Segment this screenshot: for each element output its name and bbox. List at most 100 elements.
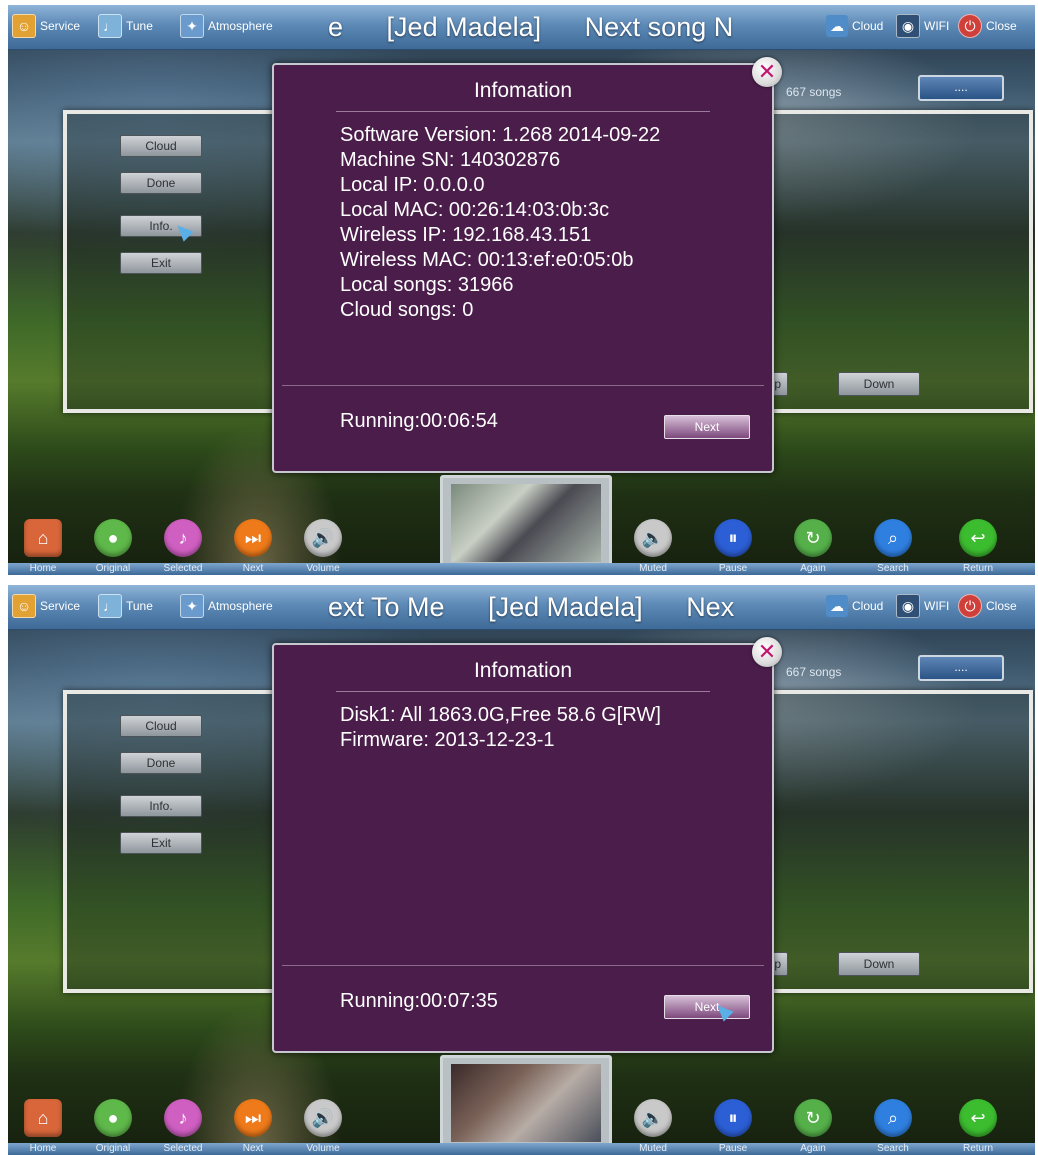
return-icon: ↩ xyxy=(959,519,997,557)
original-icon: ● xyxy=(94,1099,132,1137)
muted-icon: 🔈 xyxy=(634,1099,672,1137)
selected-button[interactable]: ♪ Selected xyxy=(148,515,218,575)
atmosphere-icon: ✦ xyxy=(180,14,204,38)
info-software-version: Software Version: 1.268 2014-09-22 xyxy=(340,124,661,146)
pause-icon: ⏸ xyxy=(714,1099,752,1137)
search-icon: ⌕ xyxy=(874,1099,912,1137)
karaoke-screen-1: ☺ Service ♩ Tune ✦ Atmosphere e [Jed Mad… xyxy=(8,5,1035,575)
atmosphere-icon: ✦ xyxy=(180,594,204,618)
next-icon: ⏭ xyxy=(234,1099,272,1137)
cloud-icon: ☁ xyxy=(826,595,848,617)
close-app-button[interactable]: ⏻ Close xyxy=(958,13,1017,39)
pause-button[interactable]: ⏸ Pause xyxy=(698,515,768,575)
more-button[interactable]: .... xyxy=(918,75,1004,101)
menu-cloud-button[interactable]: Cloud xyxy=(120,135,202,157)
home-button[interactable]: ⌂ Home xyxy=(8,1095,78,1155)
running-time: Running:00:06:54 xyxy=(340,410,498,432)
return-label: Return xyxy=(962,563,993,574)
atmosphere-button[interactable]: ✦ Atmosphere xyxy=(180,13,273,39)
pause-icon: ⏸ xyxy=(714,519,752,557)
dialog-close-icon[interactable]: ✕ xyxy=(752,57,782,87)
next-icon: ⏭ xyxy=(234,519,272,557)
wifi-icon: ◉ xyxy=(896,594,920,618)
cloud-label: Cloud xyxy=(852,19,884,33)
return-button[interactable]: ↩ Return xyxy=(943,515,1013,575)
volume-label: Volume xyxy=(306,563,340,574)
menu-done-button[interactable]: Done xyxy=(120,172,202,194)
service-label: Service xyxy=(40,599,81,613)
menu-cloud-button[interactable]: Cloud xyxy=(120,715,202,737)
menu-info-button[interactable]: Info. xyxy=(120,795,202,817)
tune-label: Tune xyxy=(126,599,153,613)
again-button[interactable]: ↻ Again xyxy=(778,515,848,575)
info-lines: Software Version: 1.268 2014-09-22 Machi… xyxy=(340,123,660,323)
search-button[interactable]: ⌕ Search xyxy=(858,515,928,575)
atmosphere-label: Atmosphere xyxy=(208,599,273,613)
menu-exit-button[interactable]: Exit xyxy=(120,252,202,274)
song-count: 667 songs xyxy=(786,85,842,99)
selected-label: Selected xyxy=(163,1143,203,1154)
volume-icon: 🔊 xyxy=(304,519,342,557)
volume-button[interactable]: 🔊 Volume xyxy=(288,515,358,575)
service-button[interactable]: ☺ Service xyxy=(12,593,80,619)
selected-icon: ♪ xyxy=(164,519,202,557)
next-song-button[interactable]: ⏭ Next xyxy=(218,515,288,575)
atmosphere-label: Atmosphere xyxy=(208,19,273,33)
volume-button[interactable]: 🔊 Volume xyxy=(288,1095,358,1155)
service-button[interactable]: ☺ Service xyxy=(12,13,80,39)
dialog-next-button[interactable]: Next xyxy=(664,995,750,1019)
atmosphere-button[interactable]: ✦ Atmosphere xyxy=(180,593,273,619)
close-app-button[interactable]: ⏻ Close xyxy=(958,593,1017,619)
muted-button[interactable]: 🔈 Muted xyxy=(618,515,688,575)
pause-label: Pause xyxy=(718,1143,748,1154)
ticker-current-song: ext To Me xyxy=(328,592,445,622)
close-app-label: Close xyxy=(986,19,1017,33)
info-disk: Disk1: All 1863.0G,Free 58.6 G[RW] xyxy=(340,704,661,726)
again-icon: ↻ xyxy=(794,519,832,557)
tune-button[interactable]: ♩ Tune xyxy=(98,593,153,619)
home-button[interactable]: ⌂ Home xyxy=(8,515,78,575)
top-bar: ☺ Service ♩ Tune ✦ Atmosphere e [Jed Mad… xyxy=(8,5,1035,50)
selected-button[interactable]: ♪ Selected xyxy=(148,1095,218,1155)
home-icon: ⌂ xyxy=(24,519,62,557)
tune-label: Tune xyxy=(126,19,153,33)
cloud-button[interactable]: ☁ Cloud xyxy=(826,593,883,619)
information-dialog: Infomation Disk1: All 1863.0G,Free 58.6 … xyxy=(272,643,774,1053)
again-button[interactable]: ↻ Again xyxy=(778,1095,848,1155)
page-down-button[interactable]: Down xyxy=(838,372,920,396)
top-bar: ☺ Service ♩ Tune ✦ Atmosphere ext To Me … xyxy=(8,585,1035,630)
wifi-button[interactable]: ◉ WIFI xyxy=(896,13,949,39)
ticker-next-song: Next song N xyxy=(584,12,734,42)
cloud-label: Cloud xyxy=(852,599,884,613)
menu-exit-button[interactable]: Exit xyxy=(120,832,202,854)
pause-label: Pause xyxy=(718,563,748,574)
tune-button[interactable]: ♩ Tune xyxy=(98,13,153,39)
wifi-button[interactable]: ◉ WIFI xyxy=(896,593,949,619)
info-wireless-ip: Wireless IP: 192.168.43.151 xyxy=(340,224,592,246)
search-button[interactable]: ⌕ Search xyxy=(858,1095,928,1155)
return-icon: ↩ xyxy=(959,1099,997,1137)
song-count: 667 songs xyxy=(786,665,842,679)
next-song-button[interactable]: ⏭ Next xyxy=(218,1095,288,1155)
muted-label: Muted xyxy=(639,563,667,574)
bottom-control-bar: ⌂ Home ● Original ♪ Selected ⏭ Next 🔊 Vo… xyxy=(8,515,1035,575)
return-button[interactable]: ↩ Return xyxy=(943,1095,1013,1155)
original-button[interactable]: ● Original xyxy=(78,515,148,575)
menu-done-button[interactable]: Done xyxy=(120,752,202,774)
dialog-title-divider xyxy=(336,691,710,692)
service-label: Service xyxy=(40,19,81,33)
info-local-ip: Local IP: 0.0.0.0 xyxy=(340,174,485,196)
cloud-button[interactable]: ☁ Cloud xyxy=(826,13,883,39)
selected-icon: ♪ xyxy=(164,1099,202,1137)
dialog-close-icon[interactable]: ✕ xyxy=(752,637,782,667)
original-label: Original xyxy=(95,1143,131,1154)
pause-button[interactable]: ⏸ Pause xyxy=(698,1095,768,1155)
muted-button[interactable]: 🔈 Muted xyxy=(618,1095,688,1155)
ticker-artist: [Jed Madela] xyxy=(488,592,643,622)
dialog-next-button[interactable]: Next xyxy=(664,415,750,439)
search-label: Search xyxy=(877,563,909,574)
original-button[interactable]: ● Original xyxy=(78,1095,148,1155)
page-down-button[interactable]: Down xyxy=(838,952,920,976)
more-button[interactable]: .... xyxy=(918,655,1004,681)
service-icon: ☺ xyxy=(12,594,36,618)
